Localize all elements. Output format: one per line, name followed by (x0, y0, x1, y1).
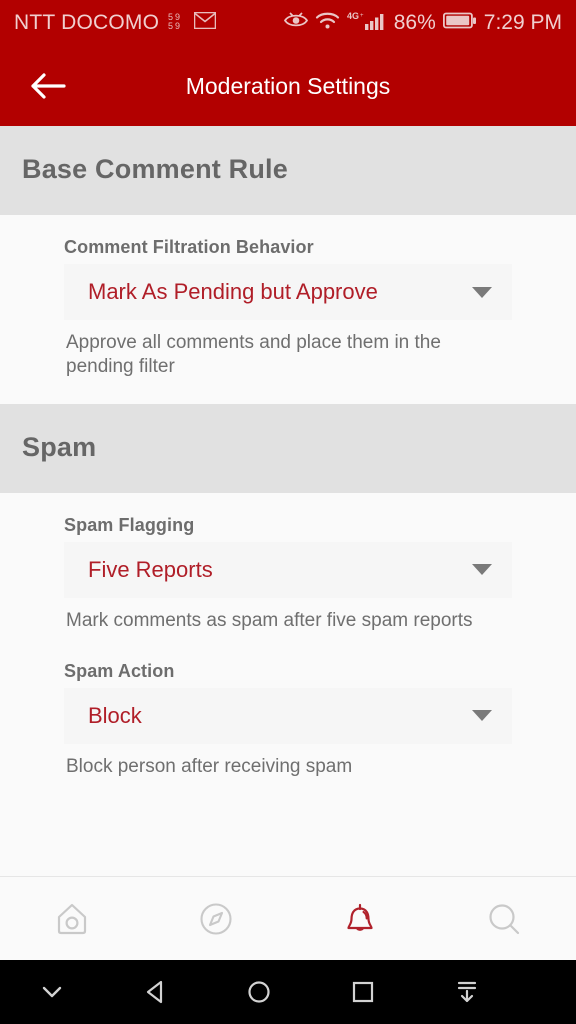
sim-icon: 5 9 5 9 (168, 11, 185, 35)
field-helper-text: Block person after receiving spam (66, 755, 353, 777)
field-label: Comment Filtration Behavior (64, 237, 314, 257)
tab-search[interactable] (432, 877, 576, 960)
field-spam-flagging: Spam Flagging Five Reports Mark comments… (0, 515, 576, 633)
home-icon (57, 903, 87, 934)
status-bar: NTT DOCOMO 5 9 5 9 4G + 86% 7:29 PM (0, 0, 576, 46)
bell-icon (347, 903, 373, 931)
section-title: Base Comment Rule (22, 154, 288, 184)
section-title: Spam (22, 431, 97, 462)
field-label: Spam Flagging (64, 514, 195, 535)
carrier-label: NTT DOCOMO (14, 11, 160, 34)
search-icon (489, 903, 520, 934)
comment-filtration-behavior-select[interactable]: Mark As Pending but Approve (64, 264, 512, 320)
field-helper-text: Approve all comments and place them in t… (66, 332, 441, 378)
hide-keyboard-icon (457, 981, 477, 1003)
svg-text:+: + (360, 13, 364, 19)
spam-flagging-select[interactable]: Five Reports (64, 541, 512, 598)
compass-icon (200, 902, 232, 935)
nav-back-button[interactable] (104, 960, 208, 1024)
field-label: Spam Action (64, 660, 175, 681)
spam-action-select[interactable]: Block (64, 687, 512, 744)
field-helper-text: Mark comments as spam after five spam re… (66, 609, 473, 631)
battery-icon (442, 11, 477, 35)
svg-text:5: 5 (168, 21, 173, 30)
select-value: Mark As Pending but Approve (88, 279, 378, 304)
tab-home[interactable] (0, 877, 144, 960)
clock-label: 7:29 PM (483, 11, 562, 34)
chevron-down-icon (472, 710, 492, 722)
tab-notifications[interactable] (288, 877, 432, 960)
field-comment-filtration-behavior: Comment Filtration Behavior Mark As Pend… (0, 237, 576, 380)
status-bar-right: 4G + 86% 7:29 PM (283, 11, 562, 36)
back-arrow-icon (31, 73, 66, 99)
tab-explore[interactable] (144, 877, 288, 960)
bottom-tab-bar (0, 876, 576, 960)
phone-screen: NTT DOCOMO 5 9 5 9 4G + 86% 7:29 PM Mode… (0, 0, 576, 1024)
android-nav-bar (0, 960, 576, 1024)
page-title: Moderation Settings (185, 72, 391, 99)
back-triangle-icon (146, 980, 162, 1004)
select-value: Five Reports (88, 556, 213, 582)
mail-icon (193, 11, 217, 34)
signal-icon: 4G + (347, 11, 387, 36)
wifi-icon (315, 11, 340, 35)
section-body-spam: Spam Flagging Five Reports Mark comments… (0, 492, 576, 804)
recents-square-icon (353, 981, 374, 1003)
field-spacer (0, 633, 576, 661)
section-header-spam: Spam (0, 403, 576, 493)
chevron-down-icon (472, 564, 492, 576)
app-bar: Moderation Settings (0, 46, 576, 126)
status-bar-left: NTT DOCOMO 5 9 5 9 (14, 11, 217, 35)
settings-content: Base Comment Rule Comment Filtration Beh… (0, 126, 576, 876)
chevron-down-icon (472, 286, 492, 298)
chevron-down-icon (42, 986, 62, 998)
home-circle-icon (248, 981, 271, 1003)
nav-hide-keyboard-button[interactable] (415, 960, 519, 1024)
eye-icon (283, 12, 308, 34)
select-value: Block (88, 702, 142, 728)
nav-recents-button[interactable] (311, 960, 415, 1024)
nav-hide-button[interactable] (0, 960, 104, 1024)
section-header-base-comment-rule: Base Comment Rule (0, 126, 576, 215)
nav-home-button[interactable] (208, 960, 312, 1024)
svg-text:9: 9 (175, 21, 180, 30)
battery-percent-label: 86% (393, 11, 436, 34)
field-spam-action: Spam Action Block Block person after rec… (0, 661, 576, 779)
section-body-base-comment-rule: Comment Filtration Behavior Mark As Pend… (0, 215, 576, 404)
back-button[interactable] (18, 56, 78, 116)
svg-text:4G: 4G (347, 11, 359, 21)
